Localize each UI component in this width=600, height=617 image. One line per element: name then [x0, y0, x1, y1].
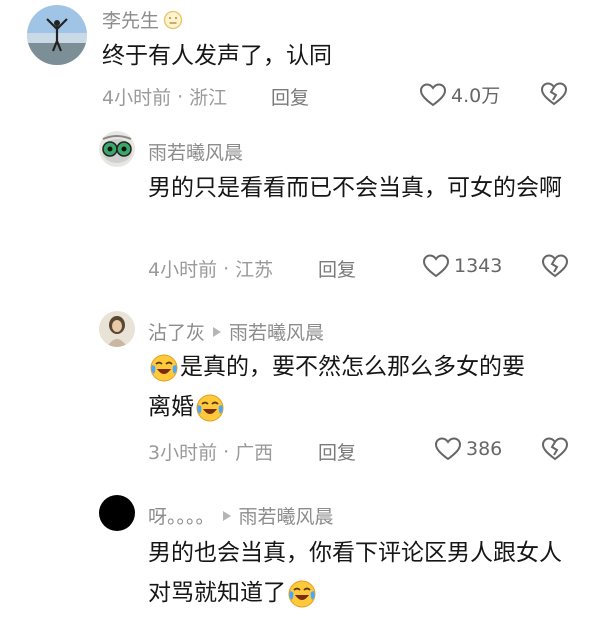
like-count: 1343 [454, 255, 503, 277]
comment-author[interactable]: 李先生 [102, 6, 159, 33]
comment-text: 终于有人发声了，认同 [102, 43, 332, 69]
avatar[interactable] [99, 311, 135, 347]
like-button[interactable]: 386 [434, 436, 502, 462]
dislike-button[interactable] [541, 436, 569, 462]
neutral-face-icon [163, 10, 183, 30]
comment-time: 3小时前 [148, 442, 218, 464]
reply-button[interactable]: 回复 [271, 83, 309, 110]
broken-heart-icon [541, 253, 569, 279]
reply-arrow-icon [213, 326, 222, 337]
reply-arrow-icon [222, 510, 231, 521]
comment-meta: 3小时前 · 广西 [148, 438, 273, 465]
comment-meta: 4小时前 · 江苏 [148, 255, 273, 282]
comment-author[interactable]: 沾了灰 [148, 318, 205, 345]
crying-laughing-face-icon [195, 393, 225, 423]
like-count: 386 [466, 438, 503, 460]
comment-location: 广西 [235, 442, 274, 464]
comment-text-body: 男的也会当真，你看下评论区男人跟女人对骂就知道了 [148, 540, 562, 606]
avatar[interactable] [27, 5, 87, 65]
broken-heart-icon [540, 81, 568, 107]
comment-author[interactable]: 雨若曦风晨 [148, 138, 243, 165]
comment-text-part2: 离婚 [148, 394, 194, 420]
avatar[interactable] [99, 131, 135, 167]
avatar[interactable] [99, 495, 135, 531]
comment-location: 浙江 [189, 87, 228, 109]
crying-laughing-face-icon [149, 353, 179, 383]
comment-text: 男的也会当真，你看下评论区男人跟女人对骂就知道了 [148, 533, 568, 613]
comment-text: 是真的，要不然怎么那么多女的要 离婚 [148, 347, 568, 427]
meta-separator: · [223, 257, 230, 280]
heart-icon [422, 253, 450, 279]
like-button[interactable]: 1343 [422, 253, 502, 279]
heart-icon [434, 436, 462, 462]
comment-location: 江苏 [235, 259, 274, 281]
like-count: 4.0万 [451, 85, 501, 107]
dislike-button[interactable] [541, 253, 569, 279]
comment-meta: 4小时前 · 浙江 [102, 83, 227, 110]
reply-to-name[interactable]: 雨若曦风晨 [239, 502, 334, 529]
crying-laughing-face-icon [287, 579, 317, 609]
meta-separator: · [223, 440, 230, 463]
meta-separator: · [177, 85, 184, 108]
comment-time: 4小时前 [102, 87, 172, 109]
comment-time: 4小时前 [148, 259, 218, 281]
reply-button[interactable]: 回复 [318, 438, 356, 465]
broken-heart-icon [541, 436, 569, 462]
reply-button[interactable]: 回复 [318, 255, 356, 282]
dislike-button[interactable] [540, 81, 568, 107]
comment-author[interactable]: 呀。。。。 [148, 502, 215, 529]
heart-icon [419, 82, 447, 108]
reply-to-name[interactable]: 雨若曦风晨 [229, 318, 324, 345]
comment-text-part1: 是真的，要不然怎么那么多女的要 [180, 354, 525, 380]
like-button[interactable]: 4.0万 [419, 81, 500, 108]
comment-text: 男的只是看看而已不会当真，可女的会啊 [148, 175, 562, 201]
